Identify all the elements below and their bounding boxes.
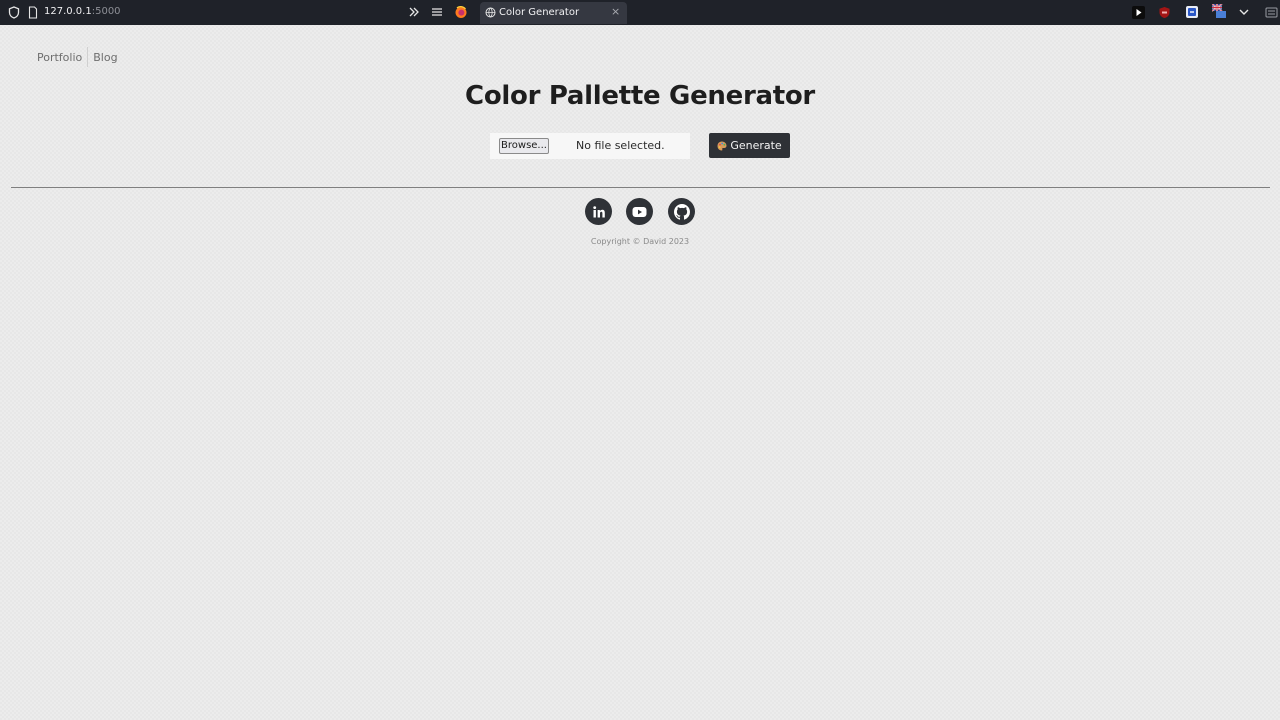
github-icon (673, 203, 690, 220)
tab-title: Color Generator (499, 7, 580, 18)
nav-link-blog[interactable]: Blog (93, 51, 117, 64)
url-port: :5000 (91, 6, 121, 17)
file-status-text: No file selected. (576, 139, 665, 152)
page-info-icon[interactable] (28, 6, 38, 19)
generate-label: Generate (730, 139, 782, 152)
menu-icon[interactable] (431, 5, 443, 19)
nav-link-portfolio[interactable]: Portfolio (37, 51, 82, 64)
play-extension-icon[interactable] (1132, 6, 1145, 19)
container-extension-icon[interactable] (1185, 5, 1199, 19)
top-nav: Portfolio Blog (37, 47, 118, 67)
section-divider (11, 187, 1270, 188)
ublock-extension-icon[interactable] (1158, 6, 1171, 19)
linkedin-link[interactable] (585, 198, 612, 225)
close-icon[interactable]: × (611, 6, 620, 18)
firefox-icon[interactable] (454, 5, 468, 19)
palette-icon (717, 141, 727, 150)
page-title: Color Pallette Generator (465, 81, 815, 111)
browse-button[interactable]: Browse... (499, 138, 549, 154)
generate-button[interactable]: Generate (709, 133, 790, 158)
tab-overflow-icon[interactable] (407, 5, 421, 19)
globe-icon (485, 7, 496, 18)
nav-divider (87, 47, 89, 67)
flag-extension-icon[interactable] (1212, 4, 1227, 18)
url-bar[interactable]: 127.0.0.1:5000 (44, 6, 121, 17)
url-host: 127.0.0.1 (44, 6, 92, 17)
youtube-link[interactable] (626, 198, 653, 225)
extension-icon[interactable] (1265, 6, 1278, 19)
file-upload-input[interactable]: Browse... No file selected. (490, 133, 690, 159)
tracking-protection-shield-icon[interactable] (8, 6, 20, 19)
copyright-text: Copyright © David 2023 (590, 237, 690, 246)
browser-toolbar: 127.0.0.1:5000 Color Generator × (0, 0, 1280, 25)
browser-tab[interactable]: Color Generator × (480, 2, 627, 24)
github-link[interactable] (668, 198, 695, 225)
linkedin-icon (592, 205, 605, 217)
chevron-down-icon[interactable] (1238, 6, 1250, 18)
youtube-icon (632, 206, 647, 217)
